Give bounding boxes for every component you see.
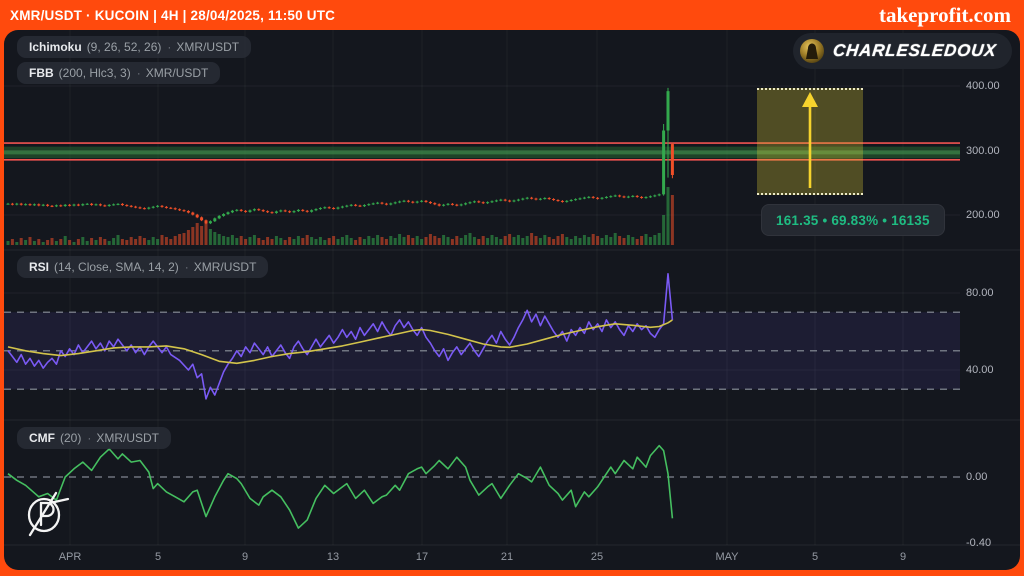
- y-axis-label: 40.00: [966, 364, 994, 376]
- indicator-params: (9, 26, 52, 26): [87, 40, 162, 54]
- indicator-pair: XMR/USDT: [96, 431, 159, 445]
- x-axis-label: 5: [155, 551, 161, 563]
- dot-separator: ·: [87, 431, 91, 445]
- dot-separator: ·: [137, 66, 141, 80]
- indicator-pair: XMR/USDT: [194, 260, 257, 274]
- y-axis-label: -0.40: [966, 537, 991, 549]
- x-axis-label: 21: [501, 551, 513, 563]
- x-axis-label: MAY: [715, 551, 738, 563]
- x-axis-label: APR: [59, 551, 82, 563]
- indicator-pill-fbb[interactable]: FBB (200, Hlc3, 3) · XMR/USDT: [17, 62, 220, 84]
- indicator-name: Ichimoku: [29, 40, 82, 54]
- username-text: CHARLESLEDOUX: [832, 41, 998, 61]
- y-axis-label: 80.00: [966, 287, 994, 299]
- site-logo-text: takeprofit.com: [879, 3, 1011, 28]
- measure-tooltip-text: 161.35 • 69.83% • 16135: [776, 213, 930, 228]
- indicator-pill-cmf[interactable]: CMF (20) · XMR/USDT: [17, 427, 171, 449]
- y-axis-label: 400.00: [966, 80, 1000, 92]
- indicator-name: FBB: [29, 66, 54, 80]
- x-axis-label: 13: [327, 551, 339, 563]
- measure-zone-box[interactable]: [757, 88, 863, 195]
- symbol-timeframe-title: XMR/USDT · KUCOIN | 4H | 28/04/2025, 11:…: [10, 8, 335, 23]
- header-bar: XMR/USDT · KUCOIN | 4H | 28/04/2025, 11:…: [0, 0, 1024, 30]
- x-axis-label: 9: [242, 551, 248, 563]
- indicator-name: RSI: [29, 260, 49, 274]
- measure-arrow-icon: [757, 90, 863, 193]
- y-axis-label: 0.00: [966, 471, 987, 483]
- indicator-pill-ichimoku[interactable]: Ichimoku (9, 26, 52, 26) · XMR/USDT: [17, 36, 251, 58]
- chart-canvas[interactable]: [4, 30, 1020, 570]
- page: XMR/USDT · KUCOIN | 4H | 28/04/2025, 11:…: [0, 0, 1024, 576]
- x-axis-label: 9: [900, 551, 906, 563]
- indicator-name: CMF: [29, 431, 55, 445]
- indicator-pair: XMR/USDT: [176, 40, 239, 54]
- indicator-pill-rsi[interactable]: RSI (14, Close, SMA, 14, 2) · XMR/USDT: [17, 256, 268, 278]
- dot-separator: ·: [167, 40, 171, 54]
- indicator-params: (14, Close, SMA, 14, 2): [54, 260, 179, 274]
- chart-panel[interactable]: Ichimoku (9, 26, 52, 26) · XMR/USDT FBB (200…: [4, 30, 1020, 570]
- user-badge[interactable]: CHARLESLEDOUX: [793, 33, 1012, 69]
- y-axis-label: 200.00: [966, 209, 1000, 221]
- indicator-params: (200, Hlc3, 3): [59, 66, 131, 80]
- dot-separator: ·: [185, 260, 189, 274]
- y-axis-label: 300.00: [966, 145, 1000, 157]
- indicator-pair: XMR/USDT: [146, 66, 209, 80]
- x-axis-label: 5: [812, 551, 818, 563]
- x-axis-label: 17: [416, 551, 428, 563]
- avatar: [799, 38, 825, 64]
- x-axis-label: 25: [591, 551, 603, 563]
- indicator-params: (20): [60, 431, 81, 445]
- measure-tooltip: 161.35 • 69.83% • 16135: [761, 204, 945, 236]
- takeprofit-scribble-logo-icon: [20, 483, 70, 543]
